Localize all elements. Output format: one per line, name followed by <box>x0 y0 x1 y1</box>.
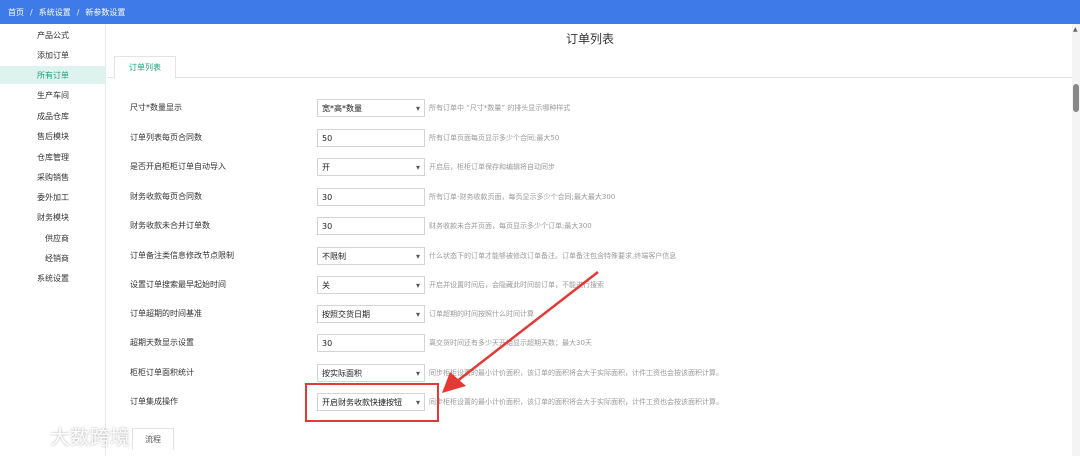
select-value: 关 <box>322 280 330 290</box>
setting-label: 尺寸*数量显示 <box>130 103 182 112</box>
setting-label: 财务收款每页合同数 <box>130 192 202 201</box>
select-value: 宽*高*数量 <box>322 103 362 113</box>
setting-label: 订单集成操作 <box>130 397 178 406</box>
tab-process[interactable]: 流程 <box>132 428 174 450</box>
search-start-time-select[interactable]: 关 ▾ <box>317 276 425 294</box>
setting-row: 订单备注类信息修改节点限制 不限制 ▾ 什么状态下的订单才能够被修改订单备注。订… <box>108 245 1072 267</box>
sidebar-item-add-order[interactable]: 添加订单 <box>0 46 106 64</box>
setting-hint: 同步柜柜设置的最小计价面积，该订单的面积将会大于实际面积，计件工资也会按该面积计… <box>429 369 723 377</box>
setting-row: 订单集成操作 开启财务收款快捷按钮 ▾ 同步柜柜设置的最小计价面积，该订单的面积… <box>108 391 1072 413</box>
sidebar-item-purchasing[interactable]: 采购销售 <box>0 168 106 186</box>
breadcrumb-separator: / <box>76 7 80 17</box>
breadcrumb-home[interactable]: 首页 <box>8 7 24 18</box>
chevron-down-icon: ▾ <box>415 252 420 261</box>
breadcrumb: 首页 / 系统设置 / 新参数设置 <box>0 0 1080 24</box>
watermark-logo-icon <box>10 427 43 444</box>
setting-label: 是否开启柜柜订单自动导入 <box>130 162 226 171</box>
setting-row: 尺寸*数量显示 宽*高*数量 ▾ 所有订单中 “尺寸*数量” 的排头显示哪种样式 <box>108 97 1072 119</box>
orders-per-page-input[interactable]: 50 <box>317 129 425 147</box>
sidebar-item-dealer[interactable]: 经销商 <box>0 249 106 267</box>
select-value: 按照交货日期 <box>322 309 370 319</box>
breadcrumb-system-settings[interactable]: 系统设置 <box>39 7 71 18</box>
sidebar-item-finance[interactable]: 财务模块 <box>0 208 106 226</box>
sidebar-item-product-formula[interactable]: 产品公式 <box>0 26 106 44</box>
setting-hint: 订单超期的时间按照什么时间计算 <box>429 310 534 318</box>
overdue-basis-select[interactable]: 按照交货日期 ▾ <box>317 305 425 323</box>
setting-row: 柜柜订单面积统计 按实际面积 ▾ 同步柜柜设置的最小计价面积，该订单的面积将会大… <box>108 362 1072 384</box>
sidebar-item-all-orders[interactable]: 所有订单 <box>0 66 106 84</box>
sidebar-item-supplier[interactable]: 供应商 <box>0 229 106 247</box>
setting-label: 柜柜订单面积统计 <box>130 368 194 377</box>
chevron-down-icon: ▾ <box>415 369 420 378</box>
tab-order-list[interactable]: 订单列表 <box>114 56 176 79</box>
chevron-down-icon: ▾ <box>415 104 420 113</box>
setting-row: 财务收款未合并订单数 30 财务收款未合并页面，每页显示多少个订单;最大300 <box>108 215 1072 237</box>
chevron-down-icon: ▾ <box>415 310 420 319</box>
input-value: 30 <box>322 192 333 202</box>
sidebar-item-system-settings[interactable]: 系统设置 <box>0 269 106 287</box>
setting-label: 财务收款未合并订单数 <box>130 221 210 230</box>
page-title: 订单列表 <box>565 32 614 46</box>
sidebar-item-after-sales[interactable]: 售后模块 <box>0 127 106 145</box>
sidebar-item-outsourcing[interactable]: 委外加工 <box>0 188 106 206</box>
sidebar-item-warehouse[interactable]: 仓库管理 <box>0 148 106 166</box>
tab-bar: 订单列表 <box>108 54 1072 79</box>
remark-edit-limit-select[interactable]: 不限制 ▾ <box>317 247 425 265</box>
sidebar-item-finished-goods[interactable]: 成品仓库 <box>0 107 106 125</box>
select-value: 开 <box>322 162 330 172</box>
size-quantity-display-select[interactable]: 宽*高*数量 ▾ <box>317 99 425 117</box>
setting-hint: 什么状态下的订单才能够被修改订单备注。订单备注包含特殊要求,终端客户信息 <box>429 252 677 260</box>
setting-row: 是否开启柜柜订单自动导入 开 ▾ 开启后，柜柜订单保存和编辑将自动同步 <box>108 156 1072 178</box>
setting-label: 设置订单搜索最早起始时间 <box>130 280 226 289</box>
setting-hint: 所有订单页面每页显示多少个合同;最大50 <box>429 134 560 142</box>
scroll-up-icon[interactable]: ▲ <box>1073 26 1078 33</box>
setting-hint: 所有订单-财务收款页面，每页显示多少个合同;最大最大300 <box>429 193 616 201</box>
setting-hint: 所有订单中 “尺寸*数量” 的排头显示哪种样式 <box>429 104 571 112</box>
input-value: 30 <box>322 338 333 348</box>
setting-label: 订单备注类信息修改节点限制 <box>130 251 234 260</box>
area-statistics-select[interactable]: 按实际面积 ▾ <box>317 364 425 382</box>
highlight-box <box>305 383 439 422</box>
setting-row: 订单超期的时间基准 按照交货日期 ▾ 订单超期的时间按照什么时间计算 <box>108 303 1072 325</box>
setting-hint: 离交货时间还有多少天开始显示超期天数；最大30天 <box>429 339 592 347</box>
setting-row: 订单列表每页合同数 50 所有订单页面每页显示多少个合同;最大50 <box>108 127 1072 149</box>
setting-label: 超期天数显示设置 <box>130 338 194 347</box>
finance-contracts-per-page-input[interactable]: 30 <box>317 188 425 206</box>
input-value: 30 <box>322 221 333 231</box>
breadcrumb-separator: / <box>30 7 33 17</box>
setting-hint: 财务收款未合并页面，每页显示多少个订单;最大300 <box>429 222 592 230</box>
setting-label: 订单超期的时间基准 <box>130 309 202 318</box>
sidebar: 产品公式 添加订单 所有订单 生产车间 成品仓库 售后模块 仓库管理 采购销售 … <box>0 24 106 456</box>
overdue-days-input[interactable]: 30 <box>317 334 425 352</box>
setting-label: 订单列表每页合同数 <box>130 133 202 142</box>
chevron-down-icon: ▾ <box>415 281 420 290</box>
finance-unmerged-orders-input[interactable]: 30 <box>317 217 425 235</box>
select-value: 按实际面积 <box>322 368 362 378</box>
select-value: 不限制 <box>322 251 346 261</box>
sidebar-item-production[interactable]: 生产车间 <box>0 86 106 104</box>
main-content: 订单列表 订单列表 尺寸*数量显示 宽*高*数量 ▾ 所有订单中 “尺寸*数量”… <box>108 24 1072 456</box>
breadcrumb-current: 新参数设置 <box>85 7 126 17</box>
setting-hint: 同步柜柜设置的最小计价面积，该订单的面积将会大于实际面积，计件工资也会按该面积计… <box>429 398 723 406</box>
setting-row: 设置订单搜索最早起始时间 关 ▾ 开启并设置时间后，会隐藏此时间前订单，不能进行… <box>108 274 1072 296</box>
setting-hint: 开启后，柜柜订单保存和编辑将自动同步 <box>429 163 555 171</box>
setting-row: 超期天数显示设置 30 离交货时间还有多少天开始显示超期天数；最大30天 <box>108 332 1072 354</box>
watermark-text: 大数跨境 <box>50 424 130 449</box>
watermark: 大数跨境 <box>8 420 130 450</box>
setting-hint: 开启并设置时间后，会隐藏此时间前订单，不能进行搜索 <box>429 281 604 289</box>
setting-row: 财务收款每页合同数 30 所有订单-财务收款页面，每页显示多少个合同;最大最大3… <box>108 186 1072 208</box>
auto-import-select[interactable]: 开 ▾ <box>317 158 425 176</box>
chevron-down-icon: ▾ <box>415 163 420 172</box>
scrollbar[interactable]: ▲ <box>1072 24 1080 456</box>
input-value: 50 <box>322 133 333 143</box>
scrollbar-thumb[interactable] <box>1073 84 1079 112</box>
